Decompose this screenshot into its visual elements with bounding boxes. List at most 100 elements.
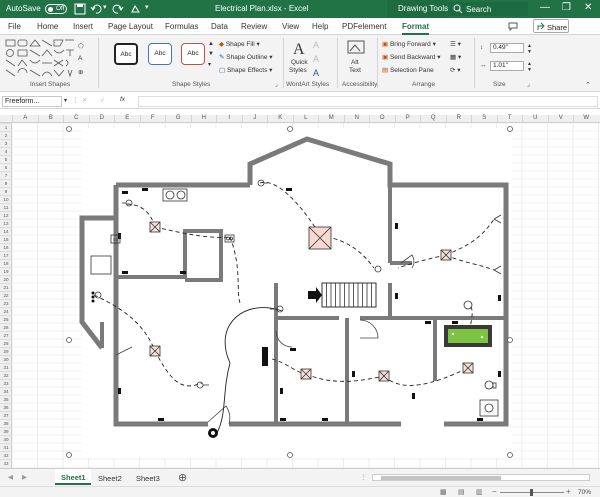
column-header[interactable]: E [114, 115, 140, 123]
shape-width-input[interactable]: 1.01" [490, 61, 524, 71]
undo-icon[interactable] [90, 3, 102, 15]
column-header[interactable]: A [12, 115, 38, 123]
page-break-view-icon[interactable]: ▥ [476, 488, 483, 496]
tab-insert[interactable]: Insert [73, 22, 93, 31]
column-header[interactable]: P [394, 115, 421, 123]
insert-function-icon[interactable]: fx [120, 96, 125, 103]
column-header[interactable]: I [216, 115, 242, 123]
row-header[interactable]: 23 [0, 299, 12, 307]
styles-scroll-down-icon[interactable]: ▼ [208, 51, 214, 57]
row-header[interactable]: 7 [0, 171, 12, 179]
row-header[interactable]: 24 [0, 307, 12, 315]
selection-pane-button[interactable]: ▤ Selection Pane [382, 66, 434, 74]
rotate-icon[interactable]: ⟳ ▾ [450, 66, 461, 74]
send-backward-button[interactable]: ▣ Send Backward ▾ [382, 53, 441, 61]
row-header[interactable]: 12 [0, 211, 12, 219]
column-header[interactable]: W [573, 115, 599, 123]
cancel-icon[interactable]: ✕ [82, 96, 87, 104]
tab-data[interactable]: Data [211, 22, 228, 31]
width-spinner-icon[interactable]: ▲ ▼ [527, 61, 532, 73]
row-header[interactable]: 19 [0, 267, 12, 275]
comments-icon[interactable] [508, 21, 518, 31]
row-header[interactable]: 31 [0, 363, 12, 371]
formula-input[interactable] [138, 96, 598, 107]
column-header[interactable]: Q [420, 115, 446, 123]
prev-sheet-icon[interactable]: ◀ [8, 473, 13, 481]
name-box[interactable]: Freeform... [2, 96, 62, 107]
size-launcher-icon[interactable]: ⌟ [527, 81, 530, 88]
zoom-level[interactable]: 70% [578, 489, 591, 496]
shape-effects-button[interactable]: ▢ Shape Effects ▾ [219, 66, 272, 74]
column-header[interactable]: H [190, 115, 217, 123]
customize-qat-icon[interactable]: ▾ [145, 3, 149, 11]
worksheet-grid[interactable]: SD [12, 123, 600, 468]
row-header[interactable]: 22 [0, 291, 12, 299]
row-header[interactable]: 25 [0, 315, 12, 323]
redo-icon[interactable] [112, 3, 124, 15]
quick-styles-label[interactable]: Quick [291, 59, 308, 66]
bring-forward-button[interactable]: ▣ Bring Forward ▾ [382, 40, 436, 48]
zoom-slider-thumb[interactable] [530, 489, 533, 496]
column-header[interactable]: C [63, 115, 89, 123]
style-preset-3[interactable]: Abc [181, 43, 205, 65]
column-header[interactable]: O [369, 115, 395, 123]
restore-icon[interactable]: ❐ [562, 2, 571, 13]
row-header[interactable]: 8 [0, 179, 12, 187]
rotate-handle-icon[interactable] [208, 428, 218, 438]
collapse-ribbon-icon[interactable]: ⌃ [585, 81, 591, 89]
add-sheet-icon[interactable]: ⊕ [178, 471, 187, 484]
autosave-toggle[interactable]: Off [45, 4, 67, 14]
tab-home[interactable]: Home [37, 22, 58, 31]
column-header[interactable]: G [165, 115, 191, 123]
align-icon[interactable]: ☰ ▾ [450, 40, 461, 48]
zoom-in-icon[interactable]: + [566, 487, 571, 496]
tab-view[interactable]: View [282, 22, 299, 31]
row-header[interactable]: 20 [0, 275, 12, 283]
styles-scroll-up-icon[interactable]: ▲ [208, 41, 214, 47]
row-header[interactable]: 18 [0, 259, 12, 267]
row-header[interactable]: 32 [0, 371, 12, 379]
row-header[interactable]: 26 [0, 323, 12, 331]
normal-view-icon[interactable]: ▦ [440, 488, 447, 496]
row-header[interactable]: 16 [0, 243, 12, 251]
tab-file[interactable]: File [8, 22, 21, 31]
shape-fill-button[interactable]: ◆ Shape Fill ▾ [219, 40, 260, 48]
quick-styles-label-2[interactable]: Styles [289, 67, 307, 74]
styles-more-icon[interactable]: ▾ [208, 61, 211, 68]
style-preset-1[interactable]: Abc [114, 43, 138, 65]
row-header[interactable]: 37 [0, 411, 12, 419]
alt-text-label-2[interactable]: Text [349, 67, 361, 74]
tab-format[interactable]: Format [402, 22, 430, 35]
row-header[interactable]: 41 [0, 443, 12, 451]
text-fill-icon[interactable]: A [313, 40, 319, 50]
row-header[interactable]: 42 [0, 451, 12, 459]
shape-height-input[interactable]: 0.49" [490, 43, 524, 53]
tab-pdfelement[interactable]: PDFelement [342, 22, 386, 31]
style-preset-2[interactable]: Abc [148, 43, 172, 65]
row-header[interactable]: 10 [0, 195, 12, 203]
enter-icon[interactable]: ✓ [100, 96, 105, 104]
alt-text-label[interactable]: Alt [351, 59, 359, 66]
tab-page-layout[interactable]: Page Layout [108, 22, 153, 31]
row-header[interactable]: 21 [0, 283, 12, 291]
row-header[interactable]: 39 [0, 427, 12, 435]
column-header[interactable]: M [318, 115, 344, 123]
height-spinner-icon[interactable]: ▲ ▼ [527, 43, 532, 55]
row-header[interactable]: 1 [0, 123, 12, 131]
row-header[interactable]: 13 [0, 219, 12, 227]
row-header[interactable]: 4 [0, 147, 12, 155]
row-header[interactable]: 17 [0, 251, 12, 259]
shapes-gallery[interactable] [4, 38, 76, 78]
sheet-tab-sheet2[interactable]: Sheet2 [98, 474, 122, 483]
undo-dropdown-icon[interactable]: ▾ [103, 3, 107, 11]
column-header[interactable]: V [547, 115, 574, 123]
group-icon[interactable]: ▦ ▾ [450, 53, 461, 61]
edit-shape-icon[interactable]: ⬠ [78, 42, 84, 50]
formula-options-icon[interactable]: ⋮ [72, 96, 79, 104]
shape-outline-button[interactable]: ✎ Shape Outline ▾ [219, 53, 273, 61]
row-header[interactable]: 40 [0, 435, 12, 443]
row-header[interactable]: 38 [0, 419, 12, 427]
merge-shapes-icon[interactable]: ⊕ [78, 68, 83, 76]
row-header[interactable]: 5 [0, 155, 12, 163]
row-header[interactable]: 43 [0, 459, 12, 467]
